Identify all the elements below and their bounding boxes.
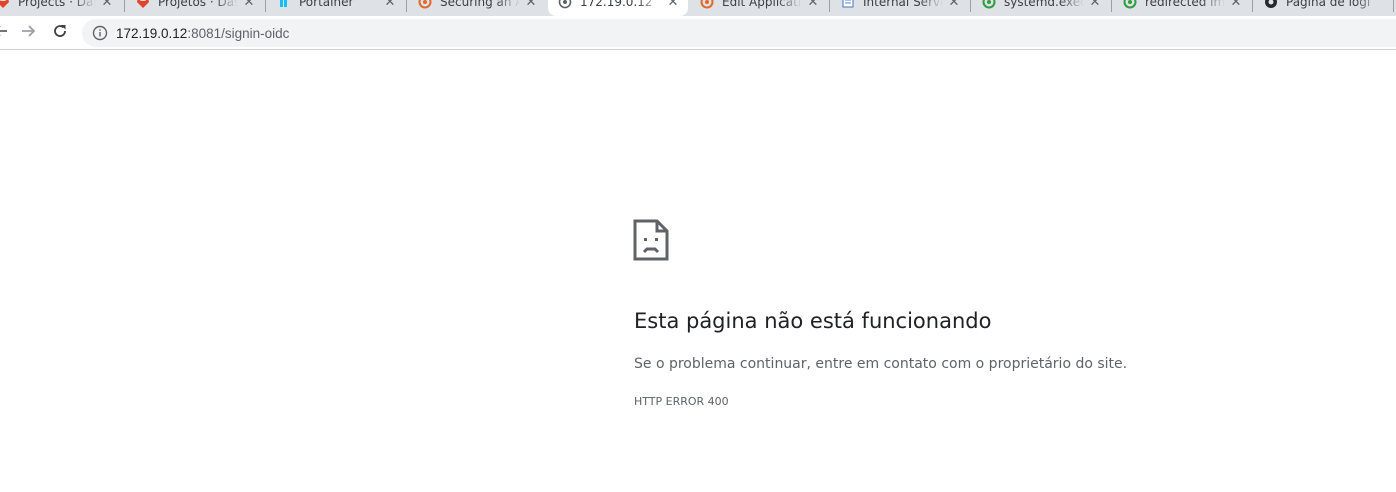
- close-icon[interactable]: ✕: [242, 0, 256, 10]
- error-message: Se o problema continuar, entre em contat…: [634, 356, 1128, 372]
- tab-pagina-login[interactable]: Página de logi: [1254, 0, 1392, 16]
- close-icon[interactable]: ✕: [524, 0, 538, 10]
- tab-active[interactable]: 172.19.0.12 ✕: [548, 0, 688, 16]
- tab-separator: [124, 0, 125, 12]
- tab-gitlab-projects[interactable]: Projects · Das ✕: [0, 0, 122, 16]
- site-icon: [700, 0, 714, 9]
- tab-securing[interactable]: Securing an A ✕: [408, 0, 546, 16]
- document-icon: [841, 0, 855, 9]
- tab-title: Página de logi: [1286, 0, 1371, 9]
- tab-strip: Projects · Das ✕ Projetos · Das ✕ Portai…: [0, 0, 1396, 16]
- reload-icon: [52, 23, 68, 43]
- tab-title: Projects · Das: [18, 0, 96, 9]
- error-heading: Esta página não está funcionando: [634, 309, 992, 333]
- close-icon[interactable]: ✕: [806, 0, 820, 10]
- site-icon: [418, 0, 432, 9]
- close-icon[interactable]: ✕: [1088, 0, 1102, 10]
- address-bar[interactable]: 172.19.0.12:8081/signin-oidc: [82, 19, 1396, 47]
- close-icon[interactable]: ✕: [100, 0, 114, 10]
- close-icon[interactable]: ✕: [1229, 0, 1243, 10]
- reload-button[interactable]: [49, 22, 71, 44]
- close-icon[interactable]: ✕: [666, 0, 680, 10]
- page-icon: [558, 0, 572, 9]
- tab-separator: [970, 0, 971, 12]
- green-circle-icon: [1123, 0, 1137, 9]
- tab-portainer[interactable]: Portainer ✕: [267, 0, 405, 16]
- forward-button[interactable]: [17, 22, 39, 44]
- url-text[interactable]: 172.19.0.12:8081/signin-oidc: [116, 26, 289, 41]
- tab-title: Portainer: [299, 0, 354, 9]
- gitlab-icon: [0, 0, 10, 9]
- tab-systemd-exec[interactable]: systemd.exec ✕: [972, 0, 1110, 16]
- portainer-icon: [277, 0, 291, 9]
- tab-title: Edit Applicatio: [722, 0, 802, 9]
- tab-separator: [1111, 0, 1112, 12]
- green-circle-icon: [982, 0, 996, 9]
- tab-gitlab-projetos[interactable]: Projetos · Das ✕: [126, 0, 264, 16]
- tab-separator: [406, 0, 407, 12]
- tab-internal-server[interactable]: Internal Serve ✕: [831, 0, 969, 16]
- tab-separator: [1252, 0, 1253, 12]
- gitlab-icon: [136, 0, 150, 9]
- github-icon: [1264, 0, 1278, 9]
- tab-title: Projetos · Das: [158, 0, 238, 9]
- toolbar: 172.19.0.12:8081/signin-oidc: [0, 16, 1396, 50]
- close-icon[interactable]: ✕: [383, 0, 397, 10]
- tab-title: Internal Serve: [863, 0, 943, 9]
- tab-title: systemd.exec: [1004, 0, 1084, 9]
- url-path: :8081/signin-oidc: [187, 25, 290, 41]
- tab-title: 172.19.0.12: [580, 0, 653, 9]
- tab-title: Securing an A: [440, 0, 520, 9]
- page-content: Esta página não está funcionando Se o pr…: [0, 51, 1396, 492]
- back-button[interactable]: [0, 22, 12, 44]
- tab-separator: [1393, 0, 1394, 12]
- tab-title: redirected im: [1145, 0, 1225, 9]
- browser-window: Projects · Das ✕ Projetos · Das ✕ Portai…: [0, 0, 1396, 492]
- url-host: 172.19.0.12: [116, 25, 188, 41]
- tab-separator: [829, 0, 830, 12]
- forward-arrow-icon: [20, 23, 36, 43]
- tab-edit-application[interactable]: Edit Applicatio ✕: [690, 0, 828, 16]
- tab-redirected[interactable]: redirected im ✕: [1113, 0, 1251, 16]
- info-icon[interactable]: [92, 25, 108, 41]
- sad-page-icon: [633, 219, 669, 261]
- error-code: HTTP ERROR 400: [634, 395, 729, 408]
- back-arrow-icon: [0, 23, 9, 43]
- close-icon[interactable]: ✕: [947, 0, 961, 10]
- tab-separator: [265, 0, 266, 12]
